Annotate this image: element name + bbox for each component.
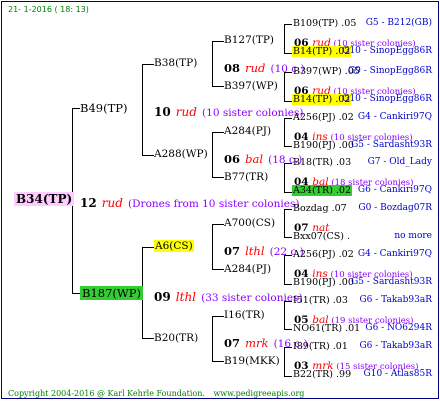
gen4-queen-id[interactable]: Bozdag (293, 203, 329, 214)
gen4-queen-id[interactable]: A34(TR) (293, 185, 333, 196)
gen4-queen-id[interactable]: B14(TP) (293, 46, 332, 57)
gen4-queen-row: Bozdag .07 G0 - Bozdag07R (292, 203, 432, 214)
queen-b397[interactable]: B397(WP) (224, 80, 278, 92)
gen4-lineage-link[interactable]: G5 - Sardasht93R (351, 277, 432, 287)
gen4-lineage-link[interactable]: G6 - NO6294R (365, 323, 432, 333)
gen4-queen-id[interactable]: I51(TR) (293, 295, 330, 306)
gen4-queen-row: A256(PJ) .02 G4 - Cankiri97Q (292, 112, 432, 123)
gen4-lineage-link[interactable]: G4 - Cankiri97Q (358, 249, 432, 259)
gen4-queen-row: B18(TR) .03 G7 - Old_Lady (292, 157, 432, 168)
gen4-inbreeding: .07 (328, 203, 347, 214)
gen4-inbreeding: . (343, 231, 351, 242)
gen4-queen-row: B190(PJ) .00 G5 - Sardasht93R (292, 277, 432, 288)
gen4-queen-row: B14(TP) .02 G10 - SinopEgg86R (292, 94, 432, 105)
footer: Copyright 2004-2016 @ Karl Kehrle Founda… (8, 389, 304, 398)
queen-a288[interactable]: A288(WP) (154, 148, 208, 160)
gen4-inbreeding: .99 (332, 369, 352, 380)
gen4-inbreeding: .01 (329, 341, 348, 352)
gen4-queen-id[interactable]: B190(PJ) (293, 277, 336, 288)
gen4-inbreeding: .05 (338, 18, 357, 29)
gen4-queen-id[interactable]: Bxx07(CS) (293, 231, 344, 242)
gen4-queen-id[interactable]: B109(TP) (293, 18, 338, 29)
gen4-queen-row: Bxx07(CS) . no more (292, 231, 432, 242)
gen4-lineage-link[interactable]: G6 - Takab93aR (359, 295, 432, 305)
gen4-queen-id[interactable]: B18(TR) (293, 157, 333, 168)
gen4-lineage-link[interactable]: G10 - Atlas85R (364, 369, 432, 379)
queen-a6[interactable]: A6(CS) (154, 240, 194, 252)
queen-a284-bottom[interactable]: A284(PJ) (224, 263, 271, 275)
gen4-lineage-link[interactable]: G6 - Takab93aR (359, 341, 432, 351)
gen4-lineage-link[interactable]: G0 - Bozdag07R (358, 203, 432, 213)
queen-b77[interactable]: B77(TR) (224, 171, 268, 183)
gen4-lineage-link[interactable]: G5 - B212(GB) (366, 18, 432, 28)
gen4-lineage-link[interactable]: G10 - SinopEgg86R (342, 94, 432, 104)
gen4-inbreeding: .01 (342, 323, 361, 334)
root-queen[interactable]: B34(TP) (14, 192, 75, 206)
gen4-inbreeding: .02 (332, 185, 351, 196)
gen4-lineage-link[interactable]: G9 - SinopEgg86R (348, 66, 432, 76)
footer-copyright: Copyright 2004-2016 @ Karl Kehrle Founda… (8, 389, 205, 398)
gen4-queen-row: A34(TR) .02 G6 - Cankiri97Q (292, 185, 432, 196)
gen4-queen-row: B397(WP) .05 G9 - SinopEgg86R (292, 66, 432, 77)
gen4-queen-id[interactable]: B190(PJ) (293, 140, 336, 151)
queen-b127[interactable]: B127(TP) (224, 34, 274, 46)
gen4-queen-id[interactable]: B397(WP) (293, 66, 342, 77)
gen4-inbreeding: .02 (335, 249, 354, 260)
gen4-queen-id[interactable]: A256(PJ) (293, 112, 336, 123)
gen4-inbreeding: .03 (329, 295, 348, 306)
footer-website[interactable]: www.pedigreeapis.org (213, 389, 304, 398)
gen4-queen-id[interactable]: B14(TP) (293, 94, 332, 105)
link-root-bottom (72, 293, 80, 294)
link-root-top (72, 108, 80, 109)
queen-b38[interactable]: B38(TP) (154, 57, 197, 69)
queen-a700[interactable]: A700(CS) (224, 217, 275, 229)
gen-b49: 10 rud (10 sister colonies) (154, 105, 304, 119)
gen4-queen-row: B190(PJ) .00 G5 - Sardasht93R (292, 140, 432, 151)
header-date: 21- 1-2016 ( 18: 13) (8, 5, 89, 14)
queen-b19[interactable]: B19(MKK) (224, 355, 280, 367)
gen4-lineage-link[interactable]: G5 - Sardasht93R (351, 140, 432, 150)
gen4-queen-id[interactable]: NO61(TR) (293, 323, 342, 334)
gen4-queen-id[interactable]: B22(TR) (293, 369, 333, 380)
pedigree-chart: 21- 1-2016 ( 18: 13) B34(TP) 12 rud (Dro… (1, 1, 439, 399)
queen-b187[interactable]: B187(WP) (80, 286, 143, 300)
queen-a284-top[interactable]: A284(PJ) (224, 125, 271, 137)
gen4-lineage-link[interactable]: G7 - Old_Lady (368, 157, 432, 167)
queen-b49[interactable]: B49(TP) (80, 101, 127, 115)
gen4-queen-row: B22(TR) .99 G10 - Atlas85R (292, 369, 432, 380)
gen4-queen-id[interactable]: A256(PJ) (293, 249, 336, 260)
gen-a288: 06 bal (18 c.) (224, 152, 303, 166)
gen4-queen-row: I51(TR) .03 G6 - Takab93aR (292, 295, 432, 306)
gen4-lineage-link[interactable]: G4 - Cankiri97Q (358, 112, 432, 122)
gen4-lineage-link[interactable]: no more (394, 231, 432, 241)
queen-i16[interactable]: I16(TR) (224, 309, 265, 321)
gen4-queen-row: A256(PJ) .02 G4 - Cankiri97Q (292, 249, 432, 260)
queen-b20[interactable]: B20(TR) (154, 332, 198, 344)
gen4-lineage-link[interactable]: G6 - Cankiri97Q (358, 185, 432, 195)
gen4-inbreeding: .02 (335, 112, 354, 123)
gen4-queen-row: B109(TP) .05 G5 - B212(GB) (292, 18, 432, 29)
gen-b187: 09 lthl (33 sister colonies) (154, 290, 303, 304)
gen4-queen-row: B14(TP) .02 G10 - SinopEgg86R (292, 46, 432, 57)
gen4-queen-row: I89(TR) .01 G6 - Takab93aR (292, 341, 432, 352)
gen4-inbreeding: .03 (332, 157, 352, 168)
gen4-lineage-link[interactable]: G10 - SinopEgg86R (342, 46, 432, 56)
gen4-queen-id[interactable]: I89(TR) (293, 341, 330, 352)
root-generation: 12 rud (Drones from 10 sister colonies) (80, 196, 300, 210)
bracket-b49 (142, 64, 143, 156)
gen4-queen-row: NO61(TR) .01 G6 - NO6294R (292, 323, 432, 334)
